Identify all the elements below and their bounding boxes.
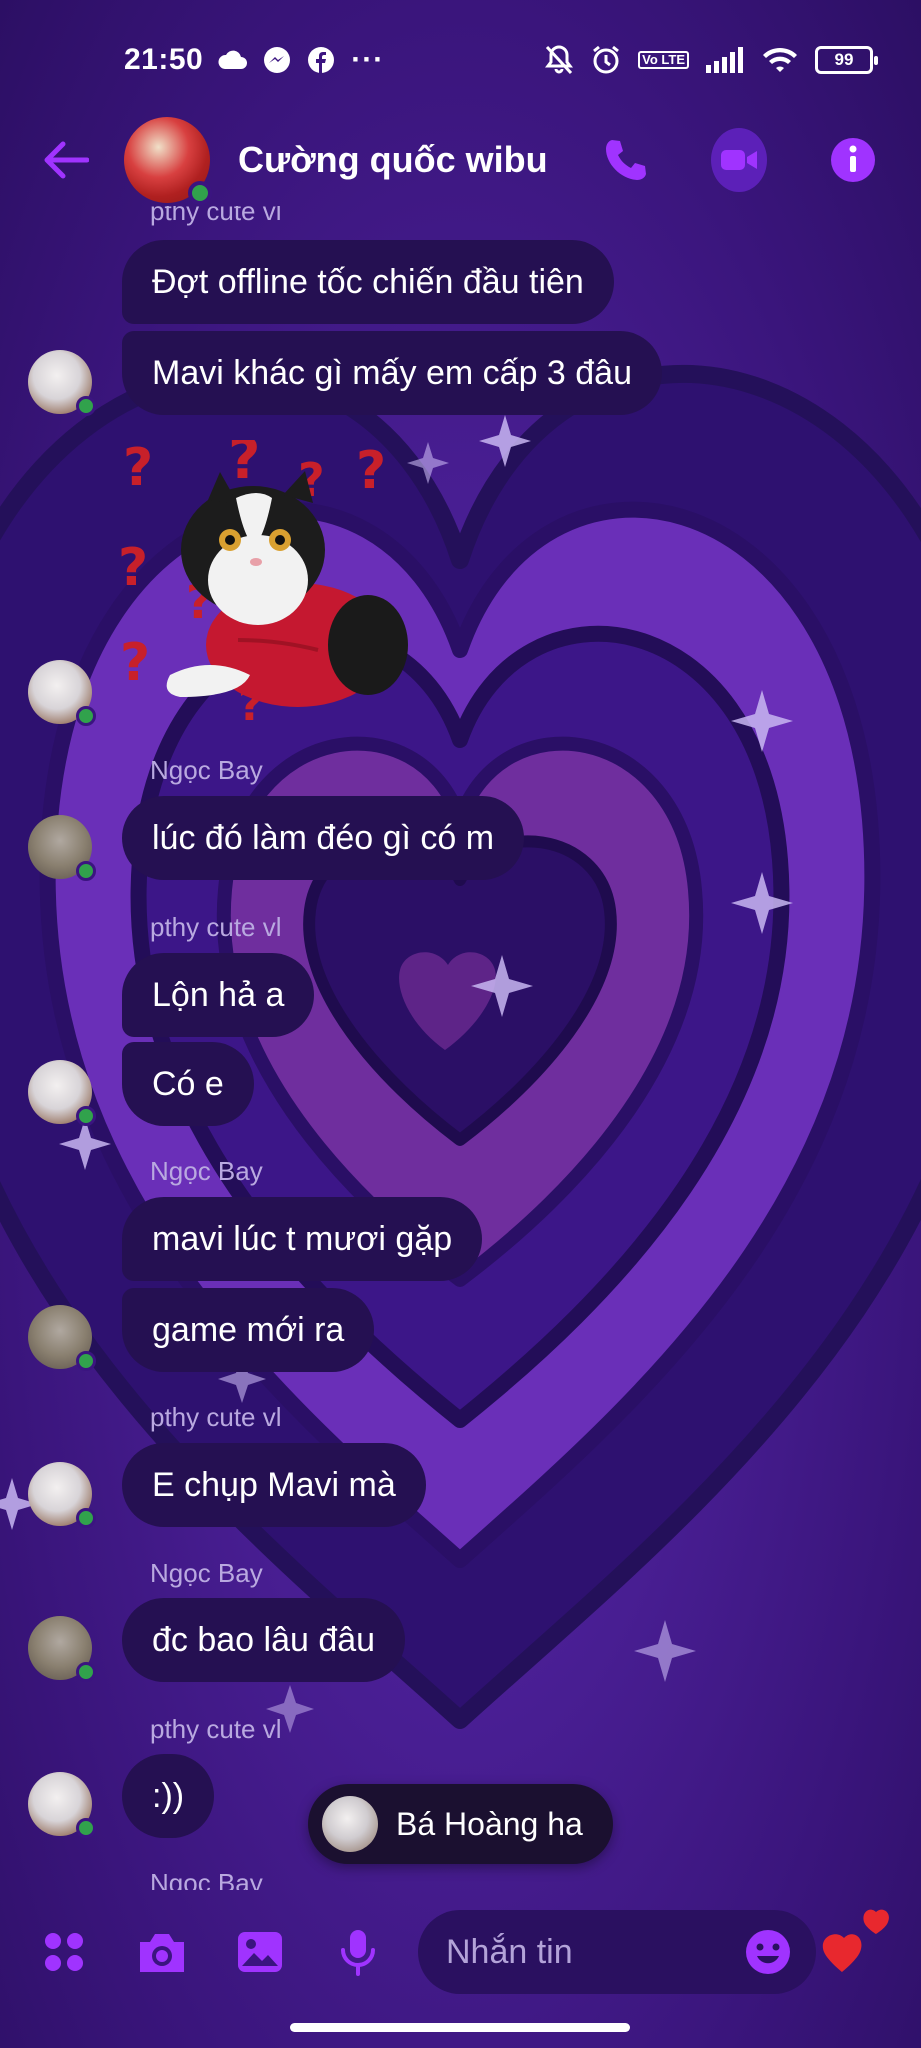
message-input-placeholder: Nhắn tin (446, 1932, 573, 1971)
status-bar: 21:50 ··· Vo LTE 99 (0, 0, 921, 120)
online-indicator (76, 1106, 96, 1126)
cat-question-sticker[interactable]: ? ? ? ? ? ? ? ? (118, 440, 418, 730)
chat-header: Cường quốc wibu (0, 110, 921, 210)
svg-text:?: ? (120, 633, 150, 693)
chat-title[interactable]: Cường quốc wibu (238, 139, 597, 181)
camera-button[interactable] (134, 1924, 190, 1980)
avatar[interactable] (28, 1616, 96, 1682)
gallery-button[interactable] (232, 1924, 288, 1980)
online-indicator (76, 861, 96, 881)
message-bubble[interactable]: E chụp Mavi mà (122, 1443, 426, 1527)
home-indicator[interactable] (290, 2023, 630, 2032)
apps-button[interactable] (36, 1924, 92, 1980)
message-bubble[interactable]: mavi lúc t mươi gặp (122, 1197, 483, 1281)
phone-icon (606, 140, 646, 180)
online-indicator (76, 1508, 96, 1528)
voice-message-button[interactable] (330, 1924, 386, 1980)
voice-call-button[interactable] (597, 132, 653, 188)
info-button[interactable] (825, 132, 881, 188)
online-indicator (188, 181, 212, 205)
message-bubble[interactable]: :)) (122, 1754, 215, 1838)
sender-name: Ngọc Bay (150, 1558, 263, 1588)
video-icon (721, 150, 757, 170)
typing-indicator-pill[interactable]: Bá Hoàng ha (308, 1784, 613, 1864)
sender-name: Ngọc Bay (150, 1868, 263, 1890)
group-avatar[interactable] (124, 117, 212, 205)
avatar[interactable] (28, 1060, 96, 1126)
sender-name: Ngọc Bay (150, 755, 263, 785)
avatar[interactable] (28, 1305, 96, 1371)
image-icon (238, 1932, 282, 1972)
sender-name: pthy cute vl (150, 1714, 282, 1744)
heart-icon[interactable] (820, 1908, 900, 1984)
more-notifications: ··· (351, 43, 385, 76)
online-indicator (76, 1662, 96, 1682)
volte-badge: Vo LTE (638, 51, 689, 69)
emoji-icon[interactable] (744, 1928, 792, 1976)
alarm-icon (593, 45, 620, 74)
facebook-icon (308, 47, 335, 73)
message-bubble[interactable]: Đợt offline tốc chiến đầu tiên (122, 240, 614, 324)
back-arrow-icon (44, 141, 89, 179)
online-indicator (76, 1818, 96, 1838)
battery-indicator: 99 (815, 46, 878, 74)
sender-name: pthy cute vl (150, 912, 282, 942)
typing-pill-label: Bá Hoàng ha (396, 1805, 583, 1842)
message-input[interactable]: Nhắn tin (418, 1910, 816, 1994)
message-composer: Nhắn tin (0, 1900, 921, 2004)
signal-icon (706, 47, 743, 73)
apps-icon (45, 1933, 83, 1971)
online-indicator (76, 1351, 96, 1371)
mic-icon (341, 1930, 375, 1976)
camera-icon (140, 1934, 184, 1972)
online-indicator (76, 706, 96, 726)
svg-text:?: ? (118, 538, 148, 598)
avatar[interactable] (28, 1462, 96, 1528)
wifi-icon (763, 47, 797, 72)
avatar[interactable] (28, 660, 96, 726)
avatar[interactable] (28, 815, 96, 881)
messenger-icon (264, 47, 291, 73)
svg-text:?: ? (123, 440, 153, 498)
message-bubble[interactable]: Lộn hả a (122, 953, 315, 1037)
back-button[interactable] (40, 134, 92, 186)
cloud-icon (218, 50, 248, 69)
avatar[interactable] (28, 350, 96, 416)
message-bubble[interactable]: đc bao lâu đâu (122, 1598, 406, 1682)
mute-icon (545, 45, 574, 75)
message-bubble[interactable]: Mavi khác gì mấy em cấp 3 đâu (122, 331, 663, 415)
message-bubble[interactable]: Có e (122, 1042, 254, 1126)
status-time: 21:50 (124, 43, 204, 76)
online-indicator (76, 396, 96, 416)
avatar[interactable] (28, 1772, 96, 1838)
svg-text:?: ? (356, 441, 386, 501)
sender-name: Ngọc Bay (150, 1156, 263, 1186)
svg-text:?: ? (228, 440, 260, 492)
sender-name: pthy cute vl (150, 1402, 282, 1432)
message-bubble[interactable]: game mới ra (122, 1288, 375, 1372)
message-bubble[interactable]: lúc đó làm đéo gì có m (122, 796, 525, 880)
info-icon (831, 138, 875, 182)
video-call-button[interactable] (711, 128, 767, 192)
avatar (322, 1796, 378, 1852)
